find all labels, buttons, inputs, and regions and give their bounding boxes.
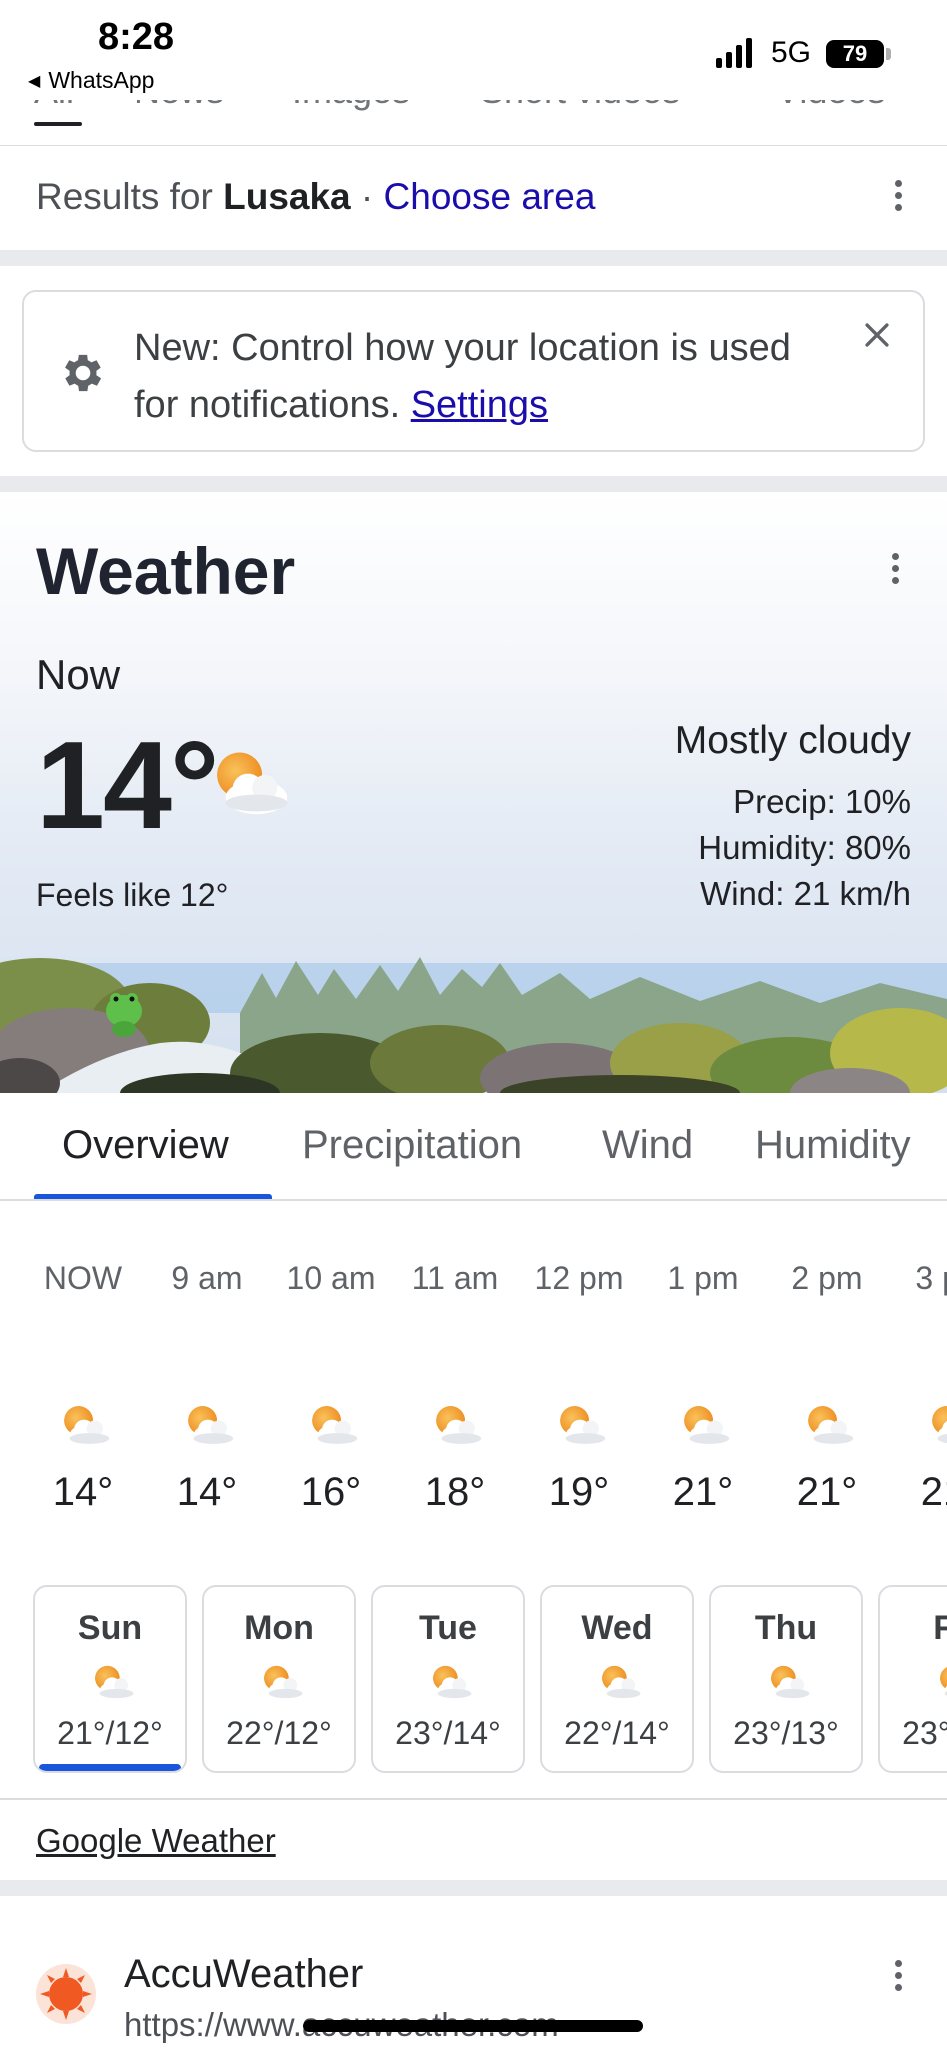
hour-temperature: 21° [672,1470,734,1514]
hour-temperature: 14° [176,1470,238,1514]
partly-cloudy-icon [181,1402,235,1448]
notice-message: New: Control how your location is used f… [134,320,814,434]
hour-temperature: 16° [300,1470,362,1514]
day-name: Sun [77,1609,143,1647]
tab-precipitation[interactable]: Precipitation [302,1123,522,1168]
results-location-text: Results for Lusaka · Choose area [36,176,595,218]
selected-day-indicator [39,1764,181,1771]
tab-overview[interactable]: Overview [62,1123,229,1168]
result-site-name: AccuWeather [124,1952,364,1996]
partly-cloudy-icon [596,1661,642,1703]
day-temperatures: 23°/14° [395,1715,501,1751]
section-divider [0,1880,947,1896]
humidity-value: Humidity: 80% [698,829,911,866]
partly-cloudy-icon [89,1661,135,1703]
choose-area-link[interactable]: Choose area [384,176,596,217]
partly-cloudy-icon [57,1402,111,1448]
hour-label: 12 pm [534,1260,624,1296]
weather-tabs: Overview Precipitation Wind Humidity [0,1093,947,1201]
battery-icon: 79 [826,40,884,68]
settings-link[interactable]: Settings [411,384,548,426]
hour-label: 1 pm [667,1260,739,1296]
back-to-app-button[interactable]: ◀ WhatsApp [28,67,154,94]
hour-temperature: 21° [796,1470,858,1514]
partly-cloudy-icon [677,1402,731,1448]
hour-temperature: 18° [424,1470,486,1514]
hour-temperature: 21° [920,1470,947,1514]
tab-wind[interactable]: Wind [602,1123,693,1168]
day-temperatures: 23°/14° [902,1715,947,1751]
network-type: 5G [771,36,812,69]
hourly-forecast: NOW 14° 9 am 14° 10 am 16° 11 am 18° 12 … [0,1230,947,1530]
status-time: 8:28 [98,16,175,58]
hour-label: 2 pm [791,1260,863,1296]
hour-label: 11 am [411,1260,499,1296]
results-separator: · [360,176,374,217]
day-name: Fri [880,1609,947,1648]
active-tab-indicator [34,122,82,126]
day-temperatures: 21°/12° [57,1715,163,1751]
partly-cloudy-icon [206,747,290,817]
weather-more-options-icon[interactable] [889,553,901,589]
day-card-fri[interactable]: Fri 23°/14° [878,1585,947,1773]
results-prefix: Results for [36,176,213,217]
day-temperatures: 22°/12° [226,1715,332,1751]
cellular-signal-icon [716,38,752,68]
day-card-wed[interactable]: Wed 22°/14° [540,1585,694,1773]
partly-cloudy-icon [801,1402,855,1448]
day-name: Mon [244,1609,314,1647]
google-weather-row: Google Weather [0,1798,947,1880]
day-card-mon[interactable]: Mon 22°/12° [202,1585,356,1773]
partly-cloudy-icon [305,1402,359,1448]
day-name: Thu [754,1609,818,1647]
day-card-tue[interactable]: Tue 23°/14° [371,1585,525,1773]
tab-humidity[interactable]: Humidity [755,1123,911,1168]
section-divider [0,250,947,266]
weather-condition: Mostly cloudy [674,719,911,762]
day-card-thu[interactable]: Thu 23°/13° [709,1585,863,1773]
weather-scenery-illustration [0,957,947,1093]
day-temperatures: 22°/14° [564,1715,670,1751]
partly-cloudy-icon [925,1402,947,1448]
close-icon[interactable] [860,318,894,352]
google-weather-link[interactable]: Google Weather [36,1822,276,1860]
results-location-row: Results for Lusaka · Choose area [0,146,947,250]
hour-label: NOW [43,1260,123,1296]
weather-title: Weather [36,534,296,608]
results-location: Lusaka [223,176,351,217]
active-tab-underline [34,1194,272,1199]
back-arrow-icon: ◀ [28,72,41,90]
hour-temperature: 14° [52,1470,114,1514]
partly-cloudy-icon [427,1661,473,1703]
results-more-options-icon[interactable] [892,180,904,216]
day-card-sun[interactable]: Sun 21°/12° [33,1585,187,1773]
home-indicator[interactable] [303,2020,643,2032]
result-more-options-icon[interactable] [892,1960,904,1996]
hour-label: 10 am [286,1260,376,1296]
weather-now-label: Now [36,651,121,698]
partly-cloudy-icon [934,1661,947,1703]
battery-tip [886,48,891,60]
day-name: Wed [581,1609,653,1647]
partly-cloudy-icon [429,1402,483,1448]
weather-card: Weather Now 14° Feels like 12° Mostly cl… [0,493,947,1093]
daily-forecast: Sun 21°/12° Mon 22°/12° Tue 23°/14° Wed … [0,1583,947,1775]
partly-cloudy-icon [765,1661,811,1703]
hour-temperature: 19° [548,1470,610,1514]
precipitation-value: Precip: 10% [733,783,911,820]
partly-cloudy-icon [553,1402,607,1448]
status-bar: 8:28 ◀ WhatsApp 5G 79 [0,0,947,100]
back-app-label: WhatsApp [48,67,155,93]
day-temperatures: 23°/13° [733,1715,839,1751]
current-temperature: 14° [36,717,220,855]
hour-label: 9 am [171,1260,243,1296]
gear-icon [65,354,102,392]
partly-cloudy-icon [258,1661,304,1703]
accuweather-logo-icon [36,1964,96,2024]
section-divider [0,476,947,492]
hour-label: 3 pm [915,1260,947,1296]
day-name: Tue [419,1609,477,1647]
location-notice-card: New: Control how your location is used f… [22,290,925,452]
